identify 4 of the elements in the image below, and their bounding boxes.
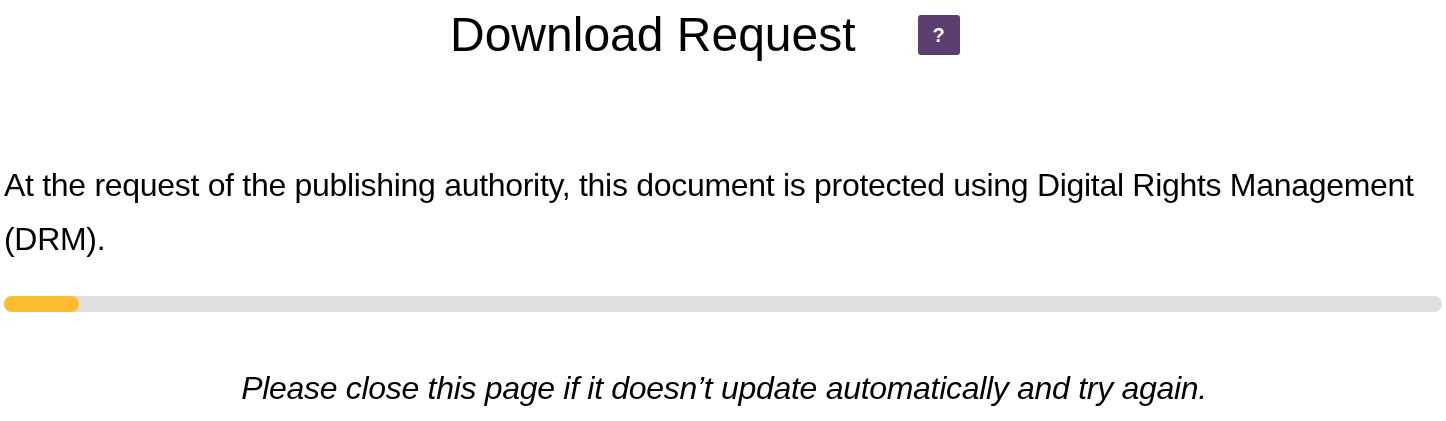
help-button[interactable]: ? <box>917 15 960 55</box>
page-title: Download Request <box>450 11 856 59</box>
retry-note: Please close this page if it doesn’t update automatically and try again. <box>240 369 1208 408</box>
drm-message: At the request of the publishing authority, this document is protected using Digital Rights Management (DRM). <box>4 166 1415 259</box>
